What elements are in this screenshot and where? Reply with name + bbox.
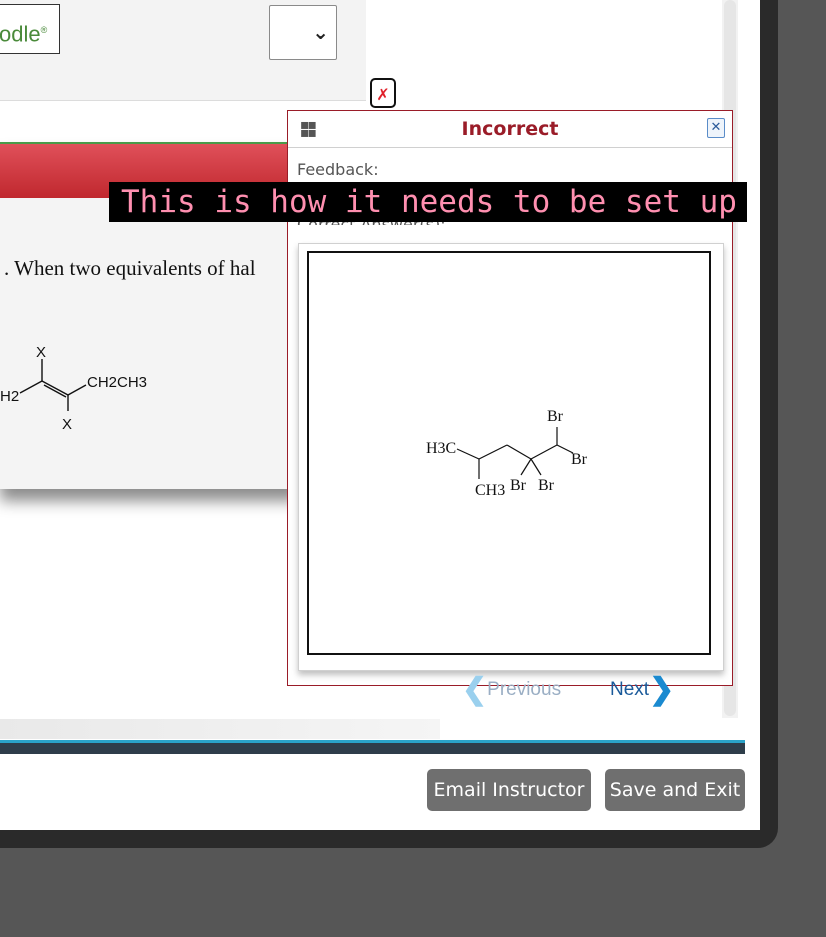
- dropdown-select[interactable]: ⌄: [269, 5, 337, 60]
- label-br-top: Br: [547, 408, 564, 425]
- incorrect-marker-icon[interactable]: ✗: [370, 78, 396, 108]
- reactant-fragment-left: H2: [0, 388, 19, 405]
- halogen-bottom: X: [62, 416, 72, 433]
- chevron-right-icon: ❯: [649, 672, 675, 706]
- save-and-exit-button[interactable]: Save and Exit: [605, 769, 745, 811]
- content-area: odle® ⌄ . When two equivalents of hal H2…: [0, 0, 760, 830]
- chevron-down-icon: ⌄: [312, 20, 329, 44]
- popup-navigation: ❮Previous Next❯: [438, 674, 728, 719]
- label-ch3: CH3: [475, 482, 505, 499]
- popup-header[interactable]: ▪▪ ▪▪ Incorrect ✕: [288, 111, 732, 148]
- label-h3c: H3C: [426, 440, 456, 457]
- label-br-bottom-right: Br: [538, 477, 555, 494]
- substituent-ethyl: CH2CH3: [87, 374, 147, 391]
- feedback-label: Feedback:: [297, 160, 379, 179]
- brand-mark: ®: [40, 25, 48, 35]
- question-text: . When two equivalents of hal: [4, 256, 256, 280]
- header-panel: odle® ⌄: [0, 0, 366, 101]
- halogen-top: X: [36, 344, 46, 361]
- previous-label: Previous: [487, 679, 562, 700]
- app-window: odle® ⌄ . When two equivalents of hal H2…: [0, 0, 778, 848]
- overlay-caption: This is how it needs to be set up: [109, 182, 747, 222]
- chevron-left-icon: ❮: [462, 672, 488, 706]
- correct-answer-structure: H3C Br Br CH3 Br Br: [307, 251, 711, 655]
- label-br-bottom-left: Br: [510, 477, 527, 494]
- label-br-right: Br: [571, 451, 588, 468]
- next-button[interactable]: Next❯: [610, 674, 674, 704]
- email-instructor-button[interactable]: Email Instructor: [427, 769, 591, 811]
- next-label: Next: [610, 679, 650, 700]
- close-icon[interactable]: ✕: [707, 118, 725, 138]
- progress-bar: [0, 740, 745, 754]
- content-strip: [0, 719, 440, 739]
- brand-logo: odle®: [0, 4, 60, 54]
- product-structure: H3C Br Br CH3 Br Br: [426, 408, 588, 499]
- reactant-structure: H2 X X CH2CH3: [0, 344, 147, 433]
- previous-button[interactable]: ❮Previous: [462, 674, 562, 704]
- brand-name: odle: [0, 21, 41, 47]
- popup-title: Incorrect: [461, 118, 559, 140]
